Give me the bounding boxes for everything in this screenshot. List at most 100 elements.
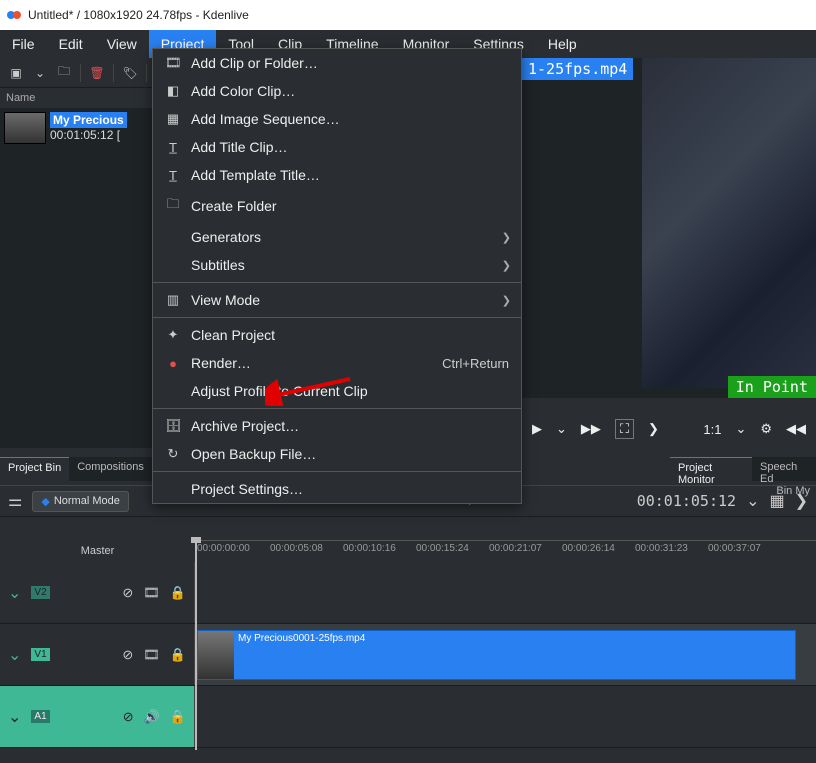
fast-forward-button[interactable]: ▶▶ — [581, 421, 601, 437]
menu-clean-project[interactable]: ✦Clean Project — [153, 321, 521, 349]
tag-icon[interactable]: 🏷 — [122, 65, 138, 81]
bin-tabs: Project Bin Compositions — [0, 457, 170, 481]
track-body[interactable]: My Precious0001-25fps.mp4 — [195, 624, 816, 685]
menu-subtitles[interactable]: Subtitles❯ — [153, 251, 521, 279]
track-body[interactable] — [195, 562, 816, 623]
menu-add-title[interactable]: T̲Add Title Clip… — [153, 133, 521, 161]
clip-label: My Precious0001-25fps.mp4 — [234, 631, 369, 646]
dropdown-icon[interactable]: ⌄ — [32, 65, 48, 81]
broom-icon: ✦ — [165, 327, 181, 343]
settings-icon[interactable]: ⚙ — [760, 421, 772, 437]
lock-icon[interactable]: 🔒 — [170, 647, 186, 663]
dropdown-icon[interactable]: ⌄ — [556, 421, 567, 437]
clip-duration: 00:01:05:12 [ — [50, 128, 127, 142]
track-label[interactable]: A1 — [31, 710, 49, 723]
tab-project-monitor[interactable]: Project Monitor — [670, 457, 752, 481]
disable-icon[interactable]: ⊘ — [122, 647, 133, 663]
tick: 00:00:15:24 — [416, 543, 469, 554]
rewind-button[interactable]: ◀◀ — [786, 421, 806, 437]
menu-add-template[interactable]: T̲Add Template Title… — [153, 161, 521, 189]
collapse-icon[interactable]: ⌄ — [8, 645, 21, 665]
lock-icon[interactable]: 🔒 — [170, 709, 186, 725]
disable-icon[interactable]: ⊘ — [122, 585, 133, 601]
separator — [153, 471, 521, 472]
timeline-tracks: ⌄ V2 ⊘ 🎞 🔒 ⌄ V1 ⊘ 🎞 🔒 My Precious0001-25… — [0, 562, 816, 748]
monitor-preview[interactable] — [642, 58, 816, 388]
menu-render[interactable]: ●Render…Ctrl+Return — [153, 349, 521, 377]
track-a1[interactable]: ⌄ A1 ⊘ 🔊 🔒 — [0, 686, 816, 748]
play-button[interactable]: ▶ — [532, 421, 542, 437]
template-icon: T̲ — [165, 168, 181, 183]
menu-help[interactable]: Help — [536, 30, 589, 58]
image-seq-icon: ▦ — [165, 111, 181, 127]
film-icon[interactable]: 🎞 — [143, 647, 160, 663]
bin-clip-item[interactable]: My Precious 00:01:05:12 [ — [0, 108, 152, 148]
menu-file[interactable]: File — [0, 30, 47, 58]
menu-view-mode[interactable]: ▥View Mode❯ — [153, 286, 521, 314]
monitor-controls: ▶ ⌄ ▶▶ ⛶ ❯ 1:1 ⌄ ⚙ ◀◀ — [522, 414, 816, 444]
menu-view[interactable]: View — [95, 30, 149, 58]
bin-label: Bin My — [776, 485, 810, 497]
track-body[interactable] — [195, 686, 816, 747]
bin-header[interactable]: Name — [0, 88, 152, 108]
chevron-right-icon[interactable]: ❯ — [648, 421, 659, 437]
titlebar: Untitled* / 1080x1920 24.78fps - Kdenliv… — [0, 0, 816, 30]
track-v1[interactable]: ⌄ V1 ⊘ 🎞 🔒 My Precious0001-25fps.mp4 — [0, 624, 816, 686]
clip-thumbnail — [198, 631, 234, 679]
tick: 00:00:31:23 — [635, 543, 688, 554]
menu-generators[interactable]: Generators❯ — [153, 223, 521, 251]
menu-add-image-seq[interactable]: ▦Add Image Sequence… — [153, 105, 521, 133]
timeline-ruler[interactable]: Master 00:00:00:00 00:00:05:08 00:00:10:… — [0, 540, 816, 562]
menu-open-backup[interactable]: ↻Open Backup File… — [153, 440, 521, 468]
tab-speech[interactable]: Speech Ed — [752, 457, 816, 481]
delete-icon[interactable]: 🗑 — [89, 65, 105, 81]
menu-create-folder[interactable]: 🗀Create Folder — [153, 189, 521, 223]
speaker-icon[interactable]: 🔊 — [144, 709, 160, 725]
chevron-down-icon[interactable]: ⌄ — [735, 421, 746, 437]
add-clip-icon[interactable]: ▣ — [8, 65, 24, 81]
tab-compositions[interactable]: Compositions — [69, 457, 152, 481]
track-v2[interactable]: ⌄ V2 ⊘ 🎞 🔒 — [0, 562, 816, 624]
timeline-clip[interactable]: My Precious0001-25fps.mp4 — [197, 630, 796, 680]
menu-add-clip[interactable]: 🎞Add Clip or Folder… — [153, 49, 521, 77]
lock-icon[interactable]: 🔒 — [170, 585, 186, 601]
tick: 00:00:05:08 — [270, 543, 323, 554]
menu-archive[interactable]: 🗄Archive Project… — [153, 412, 521, 440]
separator — [113, 64, 114, 82]
film-icon: 🎞 — [165, 55, 181, 71]
window-title: Untitled* / 1080x1920 24.78fps - Kdenliv… — [28, 8, 249, 22]
project-menu-dropdown: 🎞Add Clip or Folder… ◧Add Color Clip… ▦A… — [152, 48, 522, 504]
collapse-icon[interactable]: ⌄ — [8, 707, 21, 727]
zoom-level[interactable]: 1:1 — [703, 422, 721, 437]
backup-icon: ↻ — [165, 446, 181, 462]
view-icon: ▥ — [165, 292, 181, 308]
track-label[interactable]: V2 — [31, 586, 49, 599]
edit-mode-button[interactable]: ◆Normal Mode — [32, 491, 129, 512]
tab-project-bin[interactable]: Project Bin — [0, 457, 69, 481]
playhead[interactable] — [195, 540, 197, 750]
ruler-ticks[interactable]: 00:00:00:00 00:00:05:08 00:00:10:16 00:0… — [195, 540, 816, 562]
monitor-filename: 1-25fps.mp4 — [522, 58, 633, 80]
film-icon[interactable]: 🎞 — [143, 585, 160, 601]
tick: 00:00:26:14 — [562, 543, 615, 554]
track-label[interactable]: V1 — [31, 648, 49, 661]
chevron-right-icon: ❯ — [502, 231, 511, 244]
mute-icon[interactable]: ⊘ — [123, 709, 134, 725]
app-logo-icon — [6, 7, 22, 23]
folder-icon[interactable]: 🗀 — [56, 65, 72, 81]
menu-add-color[interactable]: ◧Add Color Clip… — [153, 77, 521, 105]
shortcut: Ctrl+Return — [442, 356, 509, 371]
tick: 00:00:37:07 — [708, 543, 761, 554]
chevron-down-icon[interactable]: ⌄ — [746, 491, 759, 511]
menu-project-settings[interactable]: Project Settings… — [153, 475, 521, 503]
menu-edit[interactable]: Edit — [47, 30, 95, 58]
separator — [146, 64, 147, 82]
timeline-timecode[interactable]: 00:01:05:12 — [637, 492, 736, 510]
sliders-icon[interactable]: ⚌ — [8, 491, 22, 511]
crop-button[interactable]: ⛶ — [615, 419, 634, 439]
archive-icon: 🗄 — [165, 418, 181, 434]
chevron-right-icon: ❯ — [502, 294, 511, 307]
folder-plus-icon: 🗀 — [165, 195, 181, 217]
collapse-icon[interactable]: ⌄ — [8, 583, 21, 603]
menu-adjust-profile[interactable]: Adjust Profile to Current Clip — [153, 377, 521, 405]
